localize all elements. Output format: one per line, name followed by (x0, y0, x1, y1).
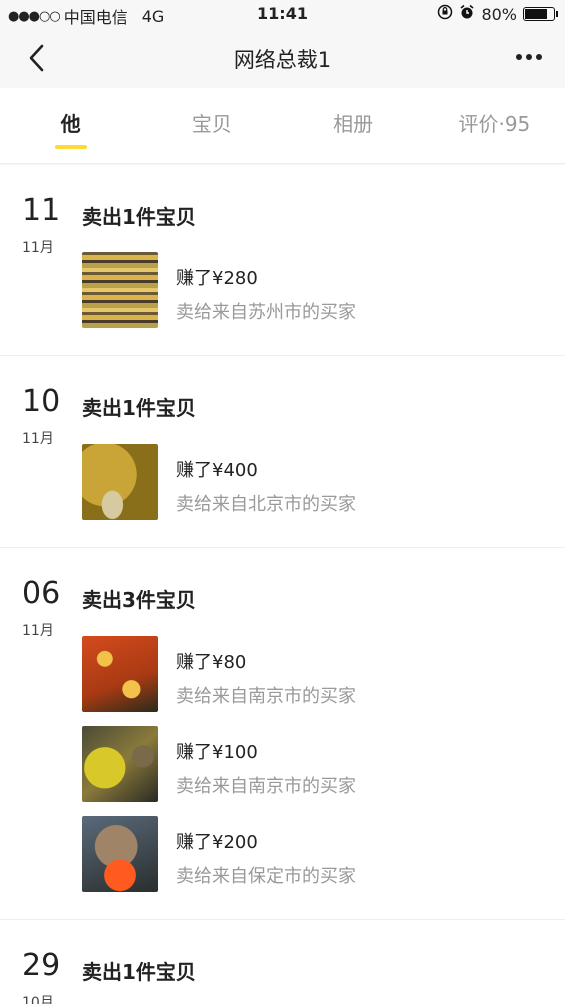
day-number: 06 (22, 576, 61, 611)
orientation-lock-icon (437, 4, 453, 24)
product-thumbnail[interactable] (82, 816, 158, 892)
sale-buyer-location: 卖给来自保定市的买家 (176, 866, 356, 887)
status-bar: ●●●○○ 中国电信 4G 11:41 80% (0, 0, 565, 28)
more-dot-icon (526, 54, 532, 60)
tab-album[interactable]: 相册 (283, 88, 424, 163)
tab-items[interactable]: 宝贝 (141, 88, 282, 163)
day-month: 11月 (22, 431, 54, 447)
page-title: 网络总裁1 (233, 48, 332, 72)
product-thumbnail[interactable] (82, 252, 158, 328)
profile-tabs: 他 宝贝 相册 评价·95 (0, 88, 565, 164)
day-headline: 卖出1件宝贝 (82, 960, 196, 984)
day-number: 29 (22, 948, 61, 983)
day-headline: 卖出1件宝贝 (82, 396, 196, 420)
day-month: 10月 (22, 995, 54, 1004)
product-thumbnail[interactable] (82, 636, 158, 712)
feed-day-group: 10 11月 卖出1件宝贝 赚了¥400 卖给来自北京市的买家 (0, 356, 565, 548)
sale-item[interactable]: 赚了¥200 卖给来自保定市的买家 (82, 816, 542, 892)
sale-buyer-location: 卖给来自南京市的买家 (176, 776, 356, 797)
sale-item[interactable]: 赚了¥80 卖给来自南京市的买家 (82, 636, 542, 712)
alarm-icon (459, 4, 475, 24)
tab-reviews[interactable]: 评价·95 (424, 88, 565, 163)
product-thumbnail[interactable] (82, 726, 158, 802)
sale-amount: 赚了¥400 (176, 460, 258, 481)
sale-item[interactable]: 赚了¥100 卖给来自南京市的买家 (82, 726, 542, 802)
product-thumbnail[interactable] (82, 444, 158, 520)
day-month: 11月 (22, 240, 54, 256)
day-headline: 卖出1件宝贝 (82, 205, 196, 229)
feed-day-group: 06 11月 卖出3件宝贝 赚了¥80 卖给来自南京市的买家 赚了¥100 卖给… (0, 548, 565, 920)
sale-amount: 赚了¥200 (176, 832, 258, 853)
battery-percent: 80% (481, 4, 517, 24)
sale-buyer-location: 卖给来自北京市的买家 (176, 494, 356, 515)
sale-item[interactable]: 赚了¥400 卖给来自北京市的买家 (82, 444, 542, 520)
tab-him[interactable]: 他 (0, 88, 141, 163)
day-month: 11月 (22, 623, 54, 639)
day-number: 10 (22, 384, 61, 419)
more-options-button[interactable] (511, 42, 547, 72)
more-dot-icon (516, 54, 522, 60)
more-dot-icon (536, 54, 542, 60)
navigation-bar: 网络总裁1 (0, 28, 565, 88)
battery-fill (525, 9, 547, 19)
sale-amount: 赚了¥100 (176, 742, 258, 763)
sale-amount: 赚了¥280 (176, 268, 258, 289)
sale-buyer-location: 卖给来自南京市的买家 (176, 686, 356, 707)
sales-feed: 11 11月 卖出1件宝贝 赚了¥280 卖给来自苏州市的买家 10 11月 卖… (0, 165, 565, 1004)
battery-icon (523, 7, 558, 21)
feed-day-group: 29 10月 卖出1件宝贝 (0, 920, 565, 1004)
day-headline: 卖出3件宝贝 (82, 588, 196, 612)
day-number: 11 (22, 193, 61, 228)
sale-buyer-location: 卖给来自苏州市的买家 (176, 302, 356, 323)
status-right: 80% (437, 4, 558, 24)
sale-item[interactable]: 赚了¥280 卖给来自苏州市的买家 (82, 252, 542, 328)
sale-amount: 赚了¥80 (176, 652, 247, 673)
feed-day-group: 11 11月 卖出1件宝贝 赚了¥280 卖给来自苏州市的买家 (0, 165, 565, 356)
